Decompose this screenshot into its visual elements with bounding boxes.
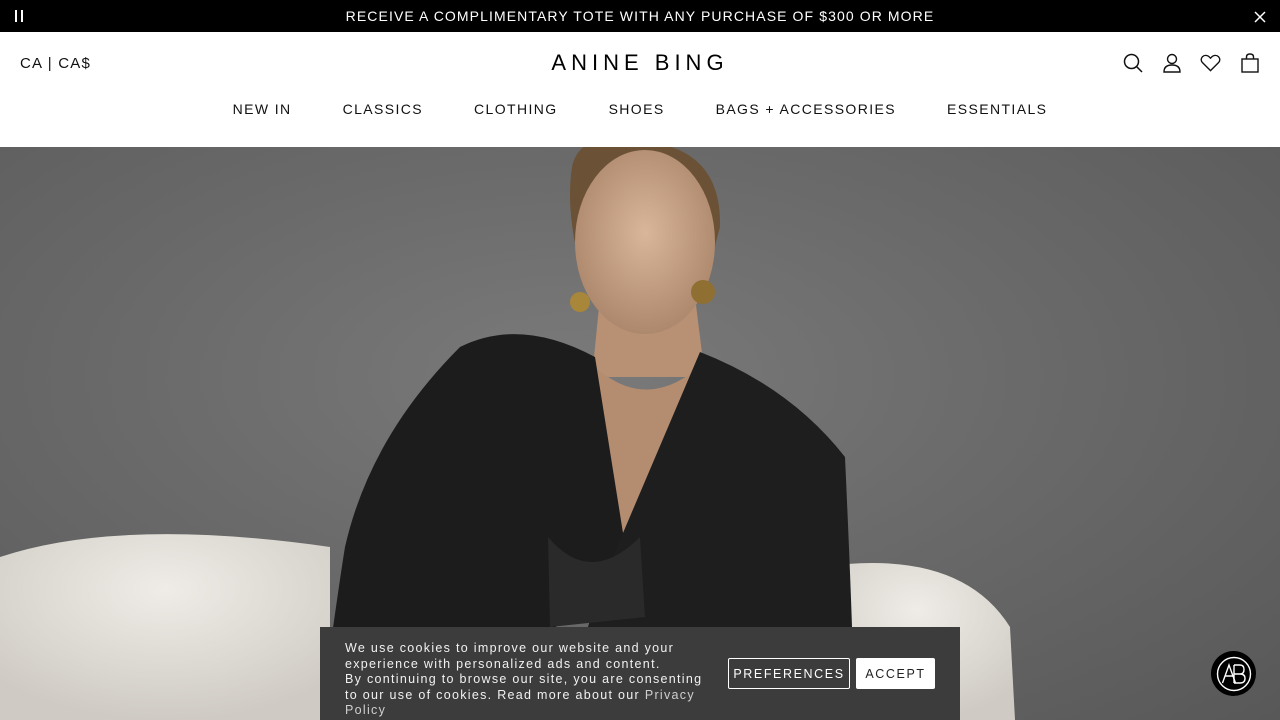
announcement-text[interactable]: RECEIVE A COMPLIMENTARY TOTE WITH ANY PU…: [0, 8, 1280, 24]
account-icon[interactable]: [1161, 52, 1182, 74]
preferences-button[interactable]: PREFERENCES: [728, 658, 850, 689]
brand-badge[interactable]: [1211, 651, 1256, 696]
nav-item-essentials[interactable]: ESSENTIALS: [947, 101, 1047, 117]
nav-item-clothing[interactable]: CLOTHING: [474, 101, 558, 117]
search-icon[interactable]: [1122, 52, 1143, 74]
main-nav: NEW IN CLASSICS CLOTHING SHOES BAGS + AC…: [0, 101, 1280, 117]
header-icons: [1122, 52, 1260, 74]
wishlist-icon[interactable]: [1200, 52, 1221, 74]
nav-item-shoes[interactable]: SHOES: [609, 101, 665, 117]
nav-item-classics[interactable]: CLASSICS: [343, 101, 423, 117]
site-header: CA | CA$ ANINE BING NEW IN CLASSICS CLOT…: [0, 32, 1280, 147]
cookie-text: We use cookies to improve our website an…: [345, 641, 715, 719]
close-icon[interactable]: [1254, 10, 1266, 23]
accept-button[interactable]: ACCEPT: [856, 658, 935, 689]
ab-monogram-icon: [1216, 656, 1251, 691]
brand-logo[interactable]: ANINE BING: [0, 50, 1280, 76]
cookie-banner: We use cookies to improve our website an…: [320, 627, 960, 720]
bag-icon[interactable]: [1239, 52, 1260, 74]
announcement-bar: RECEIVE A COMPLIMENTARY TOTE WITH ANY PU…: [0, 0, 1280, 32]
cookie-text-line1: We use cookies to improve our website an…: [345, 641, 675, 671]
nav-item-bags-accessories[interactable]: BAGS + ACCESSORIES: [716, 101, 896, 117]
nav-item-new-in[interactable]: NEW IN: [233, 101, 292, 117]
